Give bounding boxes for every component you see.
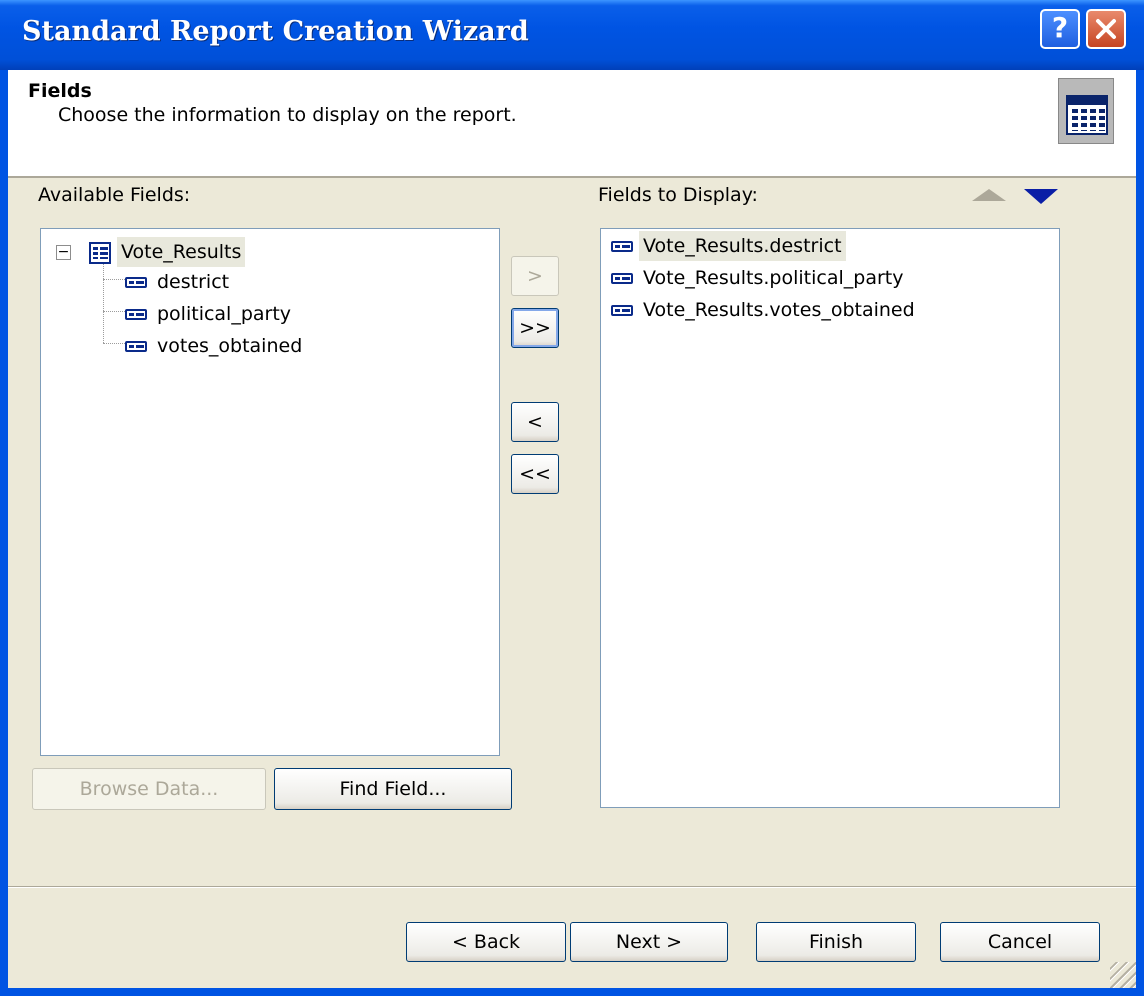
remove-field-button[interactable]: < [511, 402, 559, 442]
browse-data-button[interactable]: Browse Data... [32, 768, 266, 810]
field-icon [125, 309, 147, 320]
triangle-up-icon[interactable] [972, 189, 1006, 201]
tree-item-field[interactable]: destrict [125, 267, 233, 297]
back-button[interactable]: < Back [406, 922, 566, 962]
field-icon [611, 305, 633, 316]
list-item-label: Vote_Results.destrict [639, 231, 846, 261]
list-item[interactable]: Vote_Results.political_party [611, 263, 907, 293]
find-field-button[interactable]: Find Field... [274, 768, 512, 810]
close-button[interactable] [1086, 9, 1126, 49]
add-all-fields-button[interactable]: >> [511, 308, 559, 348]
tree-item-field[interactable]: political_party [125, 299, 295, 329]
tree-item-field[interactable]: votes_obtained [125, 331, 306, 361]
list-item-label: Vote_Results.votes_obtained [643, 299, 915, 321]
footer-divider [8, 886, 1136, 888]
available-fields-tree[interactable]: − Vote_Results destrict political_party … [40, 228, 500, 756]
list-item[interactable]: Vote_Results.votes_obtained [611, 295, 919, 325]
fields-to-display-list[interactable]: Vote_Results.destrict Vote_Results.polit… [600, 228, 1060, 808]
tree-item-label: political_party [157, 303, 292, 325]
close-icon [1096, 19, 1116, 39]
list-item-label: Vote_Results.political_party [643, 267, 904, 289]
fields-to-display-label: Fields to Display: [598, 184, 758, 206]
table-icon [89, 241, 111, 264]
triangle-down-icon[interactable] [1024, 189, 1058, 204]
field-icon [611, 241, 633, 252]
field-icon [125, 341, 147, 352]
field-icon [611, 273, 633, 284]
collapse-icon[interactable]: − [56, 245, 71, 260]
remove-all-fields-button[interactable]: << [511, 454, 559, 494]
resize-grip[interactable] [1110, 962, 1136, 988]
wizard-window: Standard Report Creation Wizard ? Fields… [0, 0, 1144, 996]
report-table-icon [1058, 78, 1114, 144]
add-field-button[interactable]: > [511, 256, 559, 296]
finish-button[interactable]: Finish [756, 922, 916, 962]
wizard-header: Fields Choose the information to display… [8, 70, 1136, 178]
window-title: Standard Report Creation Wizard [22, 16, 529, 47]
page-description: Choose the information to display on the… [58, 104, 517, 126]
list-item[interactable]: Vote_Results.destrict [611, 231, 846, 261]
next-button[interactable]: Next > [570, 922, 728, 962]
available-fields-label: Available Fields: [38, 184, 191, 206]
tree-item-label: Vote_Results [117, 237, 246, 267]
page-title: Fields [28, 80, 92, 102]
tree-item-table[interactable]: Vote_Results [89, 237, 246, 267]
title-bar[interactable]: Standard Report Creation Wizard ? [0, 0, 1144, 70]
tree-item-label: votes_obtained [157, 335, 303, 357]
field-icon [125, 277, 147, 288]
cancel-button[interactable]: Cancel [940, 922, 1100, 962]
help-button[interactable]: ? [1040, 9, 1080, 49]
tree-item-label: destrict [157, 271, 230, 293]
